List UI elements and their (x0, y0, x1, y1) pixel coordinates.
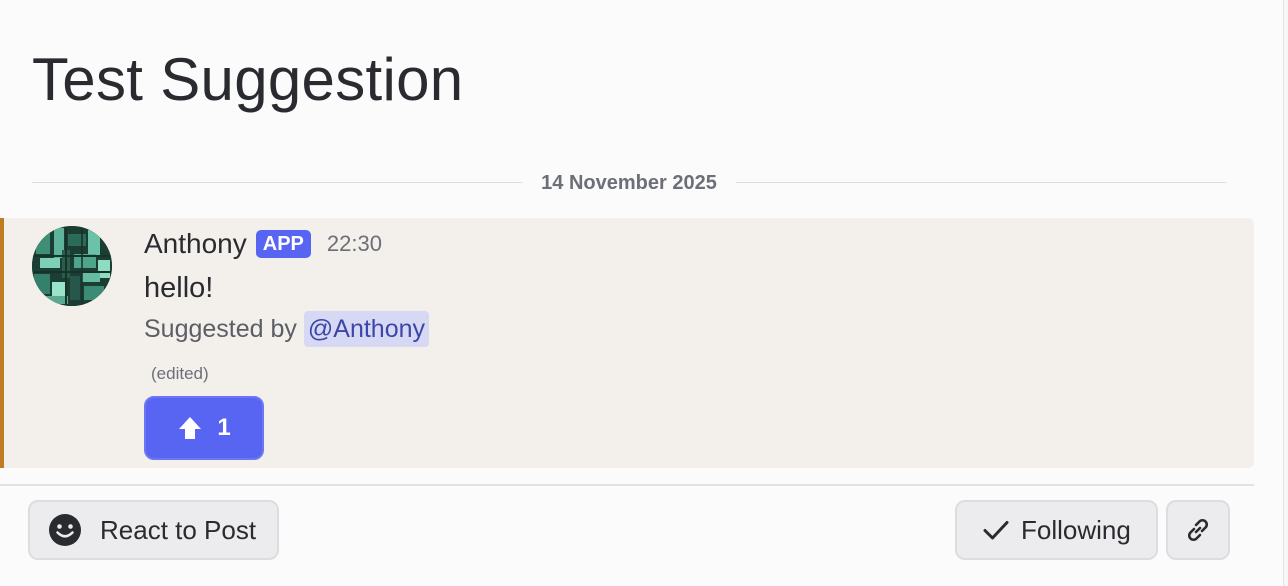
edited-label: (edited) (151, 364, 209, 383)
date-divider-label: 14 November 2025 (541, 172, 717, 194)
upvote-arrow-icon (179, 417, 202, 439)
user-mention[interactable]: @Anthony (303, 311, 430, 347)
post-title: Test Suggestion (32, 46, 464, 113)
checkmark-icon (983, 521, 1009, 540)
following-label: Following (1021, 514, 1131, 545)
link-icon (1187, 518, 1209, 542)
suggested-by-label: Suggested by (144, 314, 297, 343)
message-timestamp[interactable]: 22:30 (327, 231, 382, 257)
suggested-by-line: Suggested by @Anthony (144, 310, 430, 348)
avatar[interactable] (32, 226, 112, 306)
message-item[interactable]: Anthony APP 22:30 hello! Suggested by @A… (0, 218, 1254, 468)
reaction-count: 1 (217, 414, 231, 441)
copy-link-button[interactable] (1166, 500, 1230, 560)
message-header: Anthony APP 22:30 (144, 226, 382, 262)
react-to-post-button[interactable]: React to Post (28, 500, 279, 560)
smiley-face-icon (49, 514, 81, 546)
forum-post-view: Test Suggestion 14 November 2025 Anthony… (0, 0, 1288, 586)
post-footer-divider (0, 484, 1254, 486)
date-divider: 14 November 2025 (32, 172, 1226, 194)
message-highlight-bar (0, 218, 4, 468)
author-name[interactable]: Anthony (144, 228, 247, 260)
scrollbar-track[interactable] (1283, 0, 1288, 586)
avatar-image (32, 226, 112, 306)
upvote-reaction-button[interactable]: 1 (144, 396, 264, 460)
react-to-post-label: React to Post (100, 514, 257, 545)
following-button[interactable]: Following (955, 500, 1158, 560)
message-content: hello! (144, 272, 214, 304)
divider-line-right (736, 182, 1226, 183)
app-badge: APP (255, 230, 311, 258)
